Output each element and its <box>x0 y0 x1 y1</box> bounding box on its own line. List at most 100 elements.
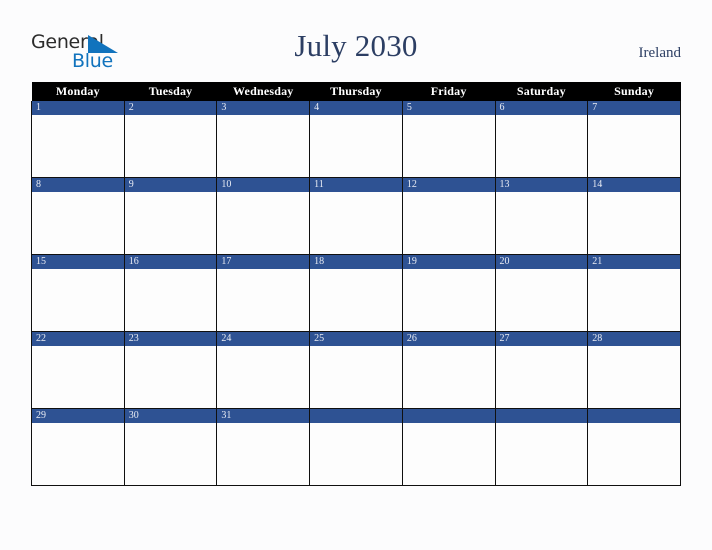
day-events-area[interactable] <box>496 346 588 407</box>
day-number: 18 <box>310 255 402 269</box>
day-number: 25 <box>310 332 402 346</box>
calendar-day-cell[interactable]: 4 <box>309 101 403 178</box>
day-events-area[interactable] <box>588 192 680 253</box>
calendar-day-cell[interactable]: 30 <box>123 408 218 486</box>
day-events-area[interactable] <box>403 346 495 407</box>
calendar-header-row-group: Monday Tuesday Wednesday Thursday Friday… <box>31 82 681 101</box>
day-events-area[interactable] <box>403 423 495 484</box>
day-number: 14 <box>588 178 680 192</box>
day-events-area[interactable] <box>588 115 680 176</box>
day-events-area[interactable] <box>32 269 124 330</box>
weekday-header-tuesday: Tuesday <box>124 82 217 101</box>
calendar-day-cell[interactable]: 6 <box>494 101 589 178</box>
calendar-day-cell[interactable]: 20 <box>494 254 589 332</box>
day-events-area[interactable] <box>496 192 588 253</box>
calendar-day-cell-empty[interactable] <box>401 408 496 486</box>
calendar-day-cell[interactable]: 23 <box>123 331 218 409</box>
day-events-area[interactable] <box>403 115 495 176</box>
day-number: 27 <box>495 332 588 346</box>
day-number <box>310 409 402 423</box>
day-number: 30 <box>124 409 217 423</box>
day-events-area[interactable] <box>310 346 402 407</box>
day-number: 31 <box>217 409 310 423</box>
calendar-day-cell-empty[interactable] <box>494 408 589 486</box>
page-header: General Blue July 2030 Ireland <box>0 0 712 82</box>
calendar-day-cell[interactable]: 19 <box>401 254 496 332</box>
calendar-day-cell[interactable]: 3 <box>216 101 311 178</box>
day-number: 1 <box>32 101 124 115</box>
weekday-header-monday: Monday <box>31 82 125 101</box>
calendar-day-cell[interactable]: 9 <box>123 177 218 255</box>
calendar-day-cell[interactable]: 10 <box>216 177 311 255</box>
month-calendar-table: Monday Tuesday Wednesday Thursday Friday… <box>31 82 681 486</box>
day-events-area[interactable] <box>217 269 309 330</box>
day-events-area[interactable] <box>310 115 402 176</box>
day-events-area[interactable] <box>588 346 680 407</box>
day-number: 22 <box>32 332 124 346</box>
calendar-day-cell[interactable]: 2 <box>123 101 218 178</box>
calendar-day-cell[interactable]: 18 <box>309 254 403 332</box>
day-events-area[interactable] <box>125 269 217 330</box>
weekday-header-sunday: Sunday <box>587 82 681 101</box>
day-events-area[interactable] <box>125 423 217 484</box>
day-number: 19 <box>402 255 495 269</box>
day-events-area[interactable] <box>125 115 217 176</box>
calendar-week-row: 1 2 3 4 5 6 7 <box>31 101 681 178</box>
calendar-day-cell-empty[interactable] <box>587 408 681 486</box>
day-events-area[interactable] <box>32 346 124 407</box>
calendar-day-cell[interactable]: 7 <box>587 101 681 178</box>
calendar-day-cell[interactable]: 22 <box>31 331 125 409</box>
calendar-day-cell[interactable]: 31 <box>216 408 311 486</box>
day-number: 5 <box>402 101 495 115</box>
calendar-day-cell[interactable]: 11 <box>309 177 403 255</box>
day-number: 16 <box>124 255 217 269</box>
day-events-area[interactable] <box>217 423 309 484</box>
calendar-page: General Blue July 2030 Ireland Monday Tu… <box>0 0 712 550</box>
day-events-area[interactable] <box>588 423 680 484</box>
calendar-day-cell-empty[interactable] <box>309 408 403 486</box>
calendar-day-cell[interactable]: 12 <box>401 177 496 255</box>
calendar-day-cell[interactable]: 13 <box>494 177 589 255</box>
calendar-day-cell[interactable]: 28 <box>587 331 681 409</box>
weekday-header-wednesday: Wednesday <box>216 82 310 101</box>
day-number: 11 <box>310 178 402 192</box>
day-number: 3 <box>217 101 310 115</box>
day-events-area[interactable] <box>32 192 124 253</box>
calendar-day-cell[interactable]: 25 <box>309 331 403 409</box>
day-events-area[interactable] <box>310 192 402 253</box>
day-events-area[interactable] <box>403 192 495 253</box>
calendar-day-cell[interactable]: 29 <box>31 408 125 486</box>
calendar-day-cell[interactable]: 24 <box>216 331 311 409</box>
calendar-day-cell[interactable]: 5 <box>401 101 496 178</box>
day-events-area[interactable] <box>125 192 217 253</box>
day-number: 12 <box>402 178 495 192</box>
calendar-day-cell[interactable]: 26 <box>401 331 496 409</box>
day-number: 23 <box>124 332 217 346</box>
day-events-area[interactable] <box>496 423 588 484</box>
calendar-day-cell[interactable]: 1 <box>31 101 125 178</box>
country-label: Ireland <box>638 45 681 61</box>
calendar-day-cell[interactable]: 15 <box>31 254 125 332</box>
calendar-day-cell[interactable]: 17 <box>216 254 311 332</box>
day-events-area[interactable] <box>217 346 309 407</box>
day-events-area[interactable] <box>217 192 309 253</box>
calendar-day-cell[interactable]: 16 <box>123 254 218 332</box>
day-events-area[interactable] <box>403 269 495 330</box>
day-number: 6 <box>495 101 588 115</box>
day-events-area[interactable] <box>496 269 588 330</box>
calendar-day-cell[interactable]: 21 <box>587 254 681 332</box>
day-number: 4 <box>310 101 402 115</box>
day-events-area[interactable] <box>310 423 402 484</box>
day-events-area[interactable] <box>310 269 402 330</box>
calendar-body: 1 2 3 4 5 6 7 8 9 10 11 12 13 14 15 16 1… <box>31 101 681 486</box>
day-events-area[interactable] <box>217 115 309 176</box>
day-events-area[interactable] <box>588 269 680 330</box>
calendar-day-cell[interactable]: 14 <box>587 177 681 255</box>
calendar-day-cell[interactable]: 27 <box>494 331 589 409</box>
day-events-area[interactable] <box>32 423 124 484</box>
day-events-area[interactable] <box>496 115 588 176</box>
day-events-area[interactable] <box>32 115 124 176</box>
day-events-area[interactable] <box>125 346 217 407</box>
calendar-day-cell[interactable]: 8 <box>31 177 125 255</box>
calendar-week-row: 15 16 17 18 19 20 21 <box>31 254 681 332</box>
